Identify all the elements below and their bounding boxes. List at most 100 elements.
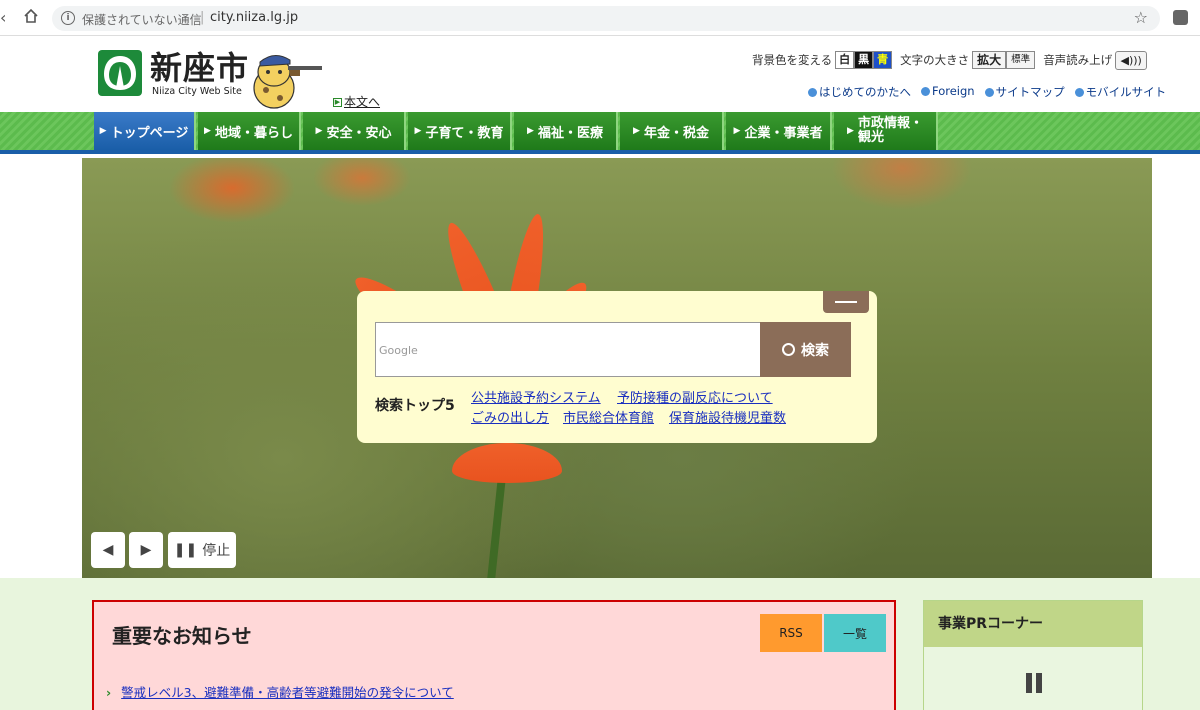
triangle-icon: ▶ — [204, 126, 211, 136]
triangle-icon: ▶ — [633, 126, 640, 136]
pause-icon: ❚❚ — [173, 542, 198, 558]
utility-link-first-time[interactable]: はじめてのかたへ — [808, 84, 911, 100]
mascot-character-icon — [253, 55, 322, 109]
bookmark-star-icon[interactable]: ☆ — [1134, 8, 1148, 27]
bullet-icon — [808, 88, 817, 97]
triangle-icon: ▶ — [99, 126, 107, 136]
pause-label: 停止 — [202, 543, 231, 559]
nav-label-line1: 市政情報・ — [857, 116, 923, 131]
arrow-left-icon: ◀ — [102, 542, 114, 558]
arrow-icon: ▶ — [333, 98, 342, 107]
utility-link-sitemap[interactable]: サイトマップ — [984, 84, 1065, 100]
top5-label: 検索トップ5 — [375, 398, 455, 414]
chevron-right-icon: › — [106, 685, 112, 700]
url-text[interactable]: city.niiza.lg.jp — [210, 10, 298, 25]
triangle-icon: ▶ — [315, 126, 323, 136]
nav-childcare[interactable]: ▶ 子育て・教育 — [408, 112, 512, 150]
nav-label: 子育て・教育 — [425, 125, 504, 141]
extension-icon[interactable] — [1173, 10, 1188, 25]
search-placeholder: Google — [379, 344, 418, 357]
link-label: Foreign — [932, 84, 975, 98]
arrow-right-icon: ▶ — [140, 542, 152, 558]
nav-label: 福祉・医療 — [537, 125, 603, 141]
back-icon[interactable]: ‹ — [0, 8, 12, 27]
bg-blue-button[interactable]: 青 — [873, 51, 893, 69]
search-button[interactable]: 検索 — [760, 322, 851, 377]
nav-label: トップページ — [110, 125, 189, 141]
search-icon — [782, 343, 795, 356]
speech-label: 音声読み上げ — [1043, 53, 1113, 67]
security-status: 保護されていない通信 — [82, 13, 202, 27]
notice-list-button[interactable]: 一覧 — [824, 614, 886, 652]
nav-label: 安全・安心 — [326, 125, 392, 141]
pr-corner-title: 事業PRコーナー — [924, 601, 1142, 647]
nav-label-line2: 観光 — [857, 130, 884, 145]
triangle-icon: ▶ — [733, 126, 741, 136]
bg-black-button[interactable]: 黒 — [854, 51, 874, 69]
bg-color-label: 背景色を変える — [752, 53, 833, 67]
nav-label: 地域・暮らし — [214, 125, 293, 141]
divider: | — [200, 10, 205, 25]
prev-slide-button[interactable]: ◀ — [91, 532, 125, 568]
top5-link-facility-reservation[interactable]: 公共施設予約システム — [471, 387, 601, 406]
city-emblem-icon[interactable] — [98, 50, 142, 96]
search-panel: Google 検索 検索トップ5 公共施設予約システム 予防接種の副反応について… — [357, 291, 877, 443]
global-nav: ▶ トップページ ▶ 地域・暮らし ▶ 安全・安心 ▶ 子育て・教育 ▶ 福祉・医療 ▶ 年… — [0, 112, 1200, 154]
utility-links: はじめてのかたへ Foreign サイトマップ モバイルサイト — [808, 84, 1176, 100]
font-enlarge-button[interactable]: 拡大 — [972, 51, 1007, 69]
important-notice-box: 重要なお知らせ RSS 一覧 › 警戒レベル3、避難準備・高齢者等避難開始の発令に… — [92, 600, 896, 710]
accessibility-tools: 背景色を変える 白 黒 青 文字の大きさ 拡大 標準 音声読み上げ ◀))) — [752, 50, 1148, 70]
nav-top-page[interactable]: ▶ トップページ — [94, 112, 196, 150]
nav-community[interactable]: ▶ 地域・暮らし — [198, 112, 301, 150]
flower-stem — [486, 477, 506, 578]
site-logo-text[interactable]: 新座市 — [150, 48, 249, 88]
bullet-icon — [921, 87, 930, 96]
flower-bud — [452, 443, 562, 483]
nav-city-info[interactable]: ▶ 市政情報・ 観光 — [834, 112, 938, 150]
pause-slide-button[interactable]: ❚❚ 停止 — [168, 532, 236, 568]
speaker-icon[interactable]: ◀))) — [1115, 50, 1148, 70]
home-icon[interactable] — [22, 7, 40, 25]
bullet-icon — [984, 88, 994, 97]
bg-white-button[interactable]: 白 — [835, 51, 855, 69]
browser-toolbar: ‹ i 保護されていない通信 | city.niiza.lg.jp ☆ — [0, 0, 1200, 36]
link-label: モバイルサイト — [1085, 85, 1167, 99]
site-logo-subtitle: Niiza City Web Site — [152, 86, 242, 97]
next-slide-button[interactable]: ▶ — [129, 532, 163, 568]
search-input[interactable]: Google — [375, 322, 761, 377]
search-button-label: 検索 — [801, 342, 829, 359]
skip-link-label: 本文へ — [344, 95, 381, 109]
top5-link-nursery-waitlist[interactable]: 保育施設待機児童数 — [669, 407, 786, 426]
info-icon[interactable]: i — [61, 11, 75, 25]
site-header: 新座市 Niiza City Web Site ▶ 本文へ 背景色を変える 白 黒… — [0, 36, 1200, 112]
font-size-label: 文字の大きさ — [900, 53, 970, 67]
font-standard-button[interactable]: 標準 — [1006, 51, 1036, 69]
pr-corner: 事業PRコーナー — [923, 600, 1143, 710]
notice-item[interactable]: › 警戒レベル3、避難準備・高齢者等避難開始の発令について — [106, 682, 454, 701]
notice-title: 重要なお知らせ — [112, 624, 252, 648]
triangle-icon: ▶ — [414, 126, 422, 136]
rss-button[interactable]: RSS — [760, 614, 822, 652]
skip-to-content-link[interactable]: ▶ 本文へ — [333, 93, 380, 110]
pause-icon[interactable] — [1024, 673, 1044, 695]
address-bar[interactable]: i 保護されていない通信 | city.niiza.lg.jp ☆ — [52, 6, 1160, 31]
nav-welfare[interactable]: ▶ 福祉・医療 — [514, 112, 618, 150]
triangle-icon: ▶ — [847, 126, 854, 136]
nav-label-two-line: 市政情報・ 観光 — [858, 117, 923, 145]
nav-label: 年金・税金 — [643, 125, 709, 141]
top5-link-gymnasium[interactable]: 市民総合体育館 — [563, 407, 654, 426]
nav-pension-tax[interactable]: ▶ 年金・税金 — [620, 112, 724, 150]
collapse-button[interactable] — [823, 291, 869, 313]
nav-label: 企業・事業者 — [744, 125, 823, 141]
nav-business[interactable]: ▶ 企業・事業者 — [726, 112, 832, 150]
notice-item-label: 警戒レベル3、避難準備・高齢者等避難開始の発令について — [121, 685, 454, 700]
link-label: サイトマップ — [995, 85, 1065, 99]
top5-link-garbage[interactable]: ごみの出し方 — [471, 407, 549, 426]
triangle-icon: ▶ — [527, 126, 534, 136]
nav-safety[interactable]: ▶ 安全・安心 — [303, 112, 406, 150]
bullet-icon — [1074, 88, 1084, 97]
utility-link-mobile[interactable]: モバイルサイト — [1074, 84, 1167, 100]
top5-link-vaccination[interactable]: 予防接種の副反応について — [617, 387, 773, 406]
utility-link-foreign[interactable]: Foreign — [921, 84, 975, 100]
link-label: はじめてのかたへ — [819, 85, 911, 99]
